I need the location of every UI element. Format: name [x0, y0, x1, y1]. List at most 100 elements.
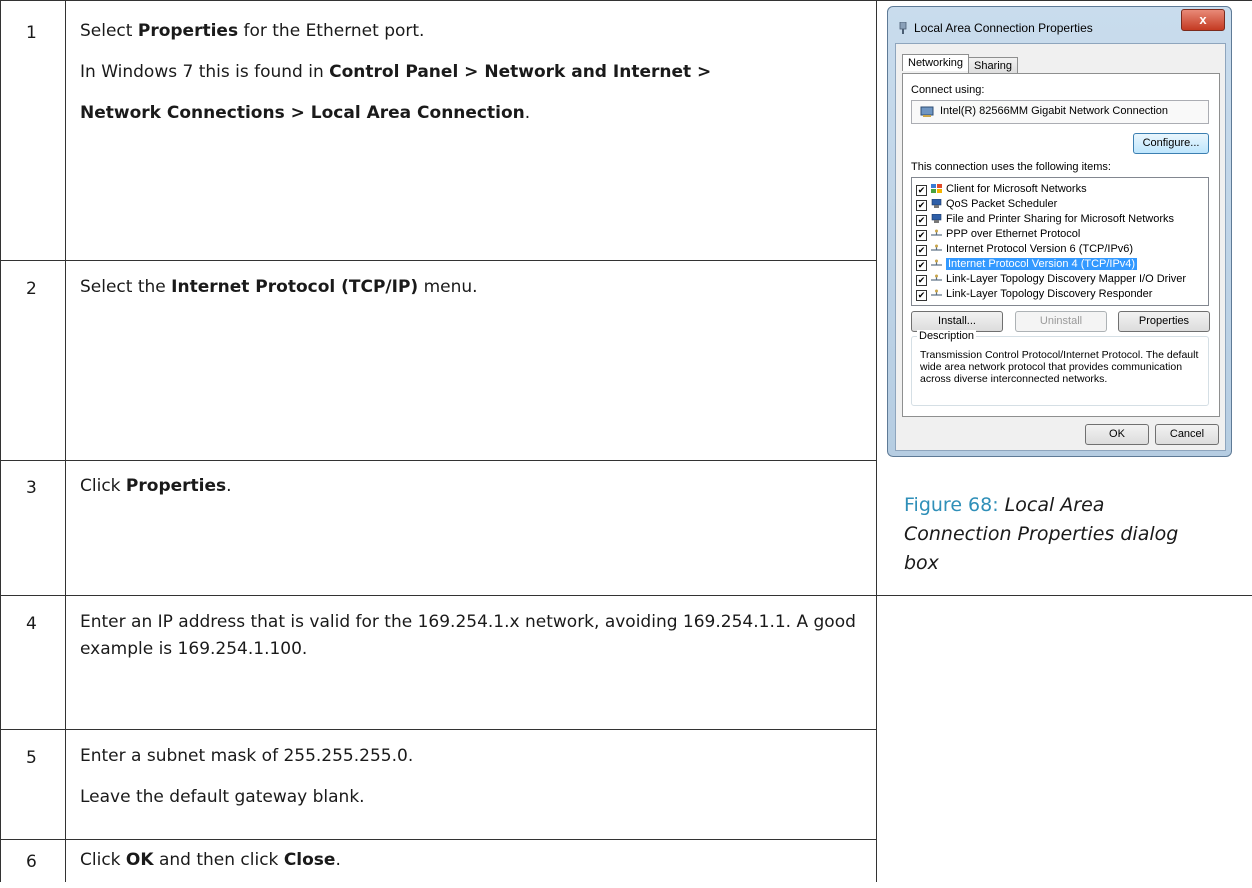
item-label: File and Printer Sharing for Microsoft N… [946, 213, 1175, 225]
step-paragraph: Select the Internet Protocol (TCP/IP) me… [80, 274, 860, 301]
step-text: Enter an IP address that is valid for th… [80, 609, 860, 677]
connection-item[interactable]: ✔ Internet Protocol Version 4 (TCP/IPv4) [916, 257, 1138, 271]
connection-item[interactable]: ✔ Link-Layer Topology Discovery Responder [916, 287, 1152, 301]
properties-button[interactable]: Properties [1118, 311, 1210, 332]
tab-strip: Networking Sharing [902, 54, 1018, 74]
item-checkbox[interactable]: ✔ [916, 215, 927, 226]
item-checkbox[interactable]: ✔ [916, 200, 927, 211]
item-label: QoS Packet Scheduler [946, 198, 1058, 210]
text-run: Enter a subnet mask of 255.255.255.0. [80, 746, 414, 766]
item-checkbox[interactable]: ✔ [916, 230, 927, 241]
text-run: . [226, 476, 232, 496]
row-divider [0, 729, 876, 730]
step-paragraph: Click OK and then click Close. [80, 847, 860, 874]
text-run: Leave the default gateway blank. [80, 787, 365, 807]
step-paragraph: Click Properties. [80, 473, 860, 500]
figure-label: Figure 68: [904, 494, 1005, 516]
step-number: 3 [26, 478, 37, 498]
connect-using-label: Connect using: [911, 84, 985, 96]
install-button[interactable]: Install... [911, 311, 1003, 332]
text-run: for the Ethernet port. [238, 21, 425, 41]
connection-item[interactable]: ✔ File and Printer Sharing for Microsoft … [916, 212, 1174, 226]
tab-sharing[interactable]: Sharing [968, 57, 1018, 74]
uninstall-button[interactable]: Uninstall [1015, 311, 1107, 332]
networking-panel: Connect using: Intel(R) 82566MM Gigabit … [902, 73, 1220, 417]
protocol-icon [931, 228, 946, 240]
step-number: 6 [26, 852, 37, 872]
text-run: menu. [418, 277, 478, 297]
step-paragraph: Select Properties for the Ethernet port. [80, 18, 860, 45]
step-number: 1 [26, 23, 37, 43]
row-divider [0, 595, 1252, 596]
text-run: . [335, 850, 341, 870]
text-run: and then click [153, 850, 284, 870]
configure-button[interactable]: Configure... [1133, 133, 1209, 154]
description-group: Description Transmission Control Protoco… [911, 330, 1209, 406]
step-number: 5 [26, 748, 37, 768]
bold-term: Properties [137, 21, 239, 41]
bold-term: Properties [125, 476, 227, 496]
text-run: Click [80, 850, 126, 870]
adapter-name: Intel(R) 82566MM Gigabit Network Connect… [940, 105, 1169, 117]
item-label: PPP over Ethernet Protocol [946, 228, 1081, 240]
table-border-top [0, 0, 1252, 1]
dialog-title: Local Area Connection Properties [914, 21, 1093, 35]
item-checkbox[interactable]: ✔ [916, 185, 927, 196]
bold-term: Network Connections > Local Area Connect… [80, 103, 525, 123]
connection-item[interactable]: ✔ QoS Packet Scheduler [916, 197, 1057, 211]
dialog-body: Networking Sharing Connect using: Intel(R… [895, 43, 1226, 451]
step-number: 4 [26, 614, 37, 634]
row-divider [0, 260, 876, 261]
item-checkbox[interactable]: ✔ [916, 275, 927, 286]
close-icon[interactable]: x [1181, 9, 1225, 31]
step-text: Enter a subnet mask of 255.255.255.0. Lea… [80, 743, 860, 825]
text-run: Select [80, 21, 138, 41]
item-checkbox[interactable]: ✔ [916, 260, 927, 271]
lan-properties-dialog: Local Area Connection Properties x Netwo… [887, 6, 1232, 457]
service-icon [931, 213, 946, 225]
cancel-button[interactable]: Cancel [1155, 424, 1219, 445]
item-checkbox[interactable]: ✔ [916, 245, 927, 256]
item-label: Link-Layer Topology Discovery Responder [946, 288, 1153, 300]
description-text: Transmission Control Protocol/Internet P… [920, 349, 1199, 385]
item-label: Internet Protocol Version 4 (TCP/IPv4) [946, 258, 1138, 270]
items-label: This connection uses the following items… [911, 161, 1111, 173]
col-divider [0, 0, 1, 882]
bold-term: Close [283, 850, 336, 870]
connection-item[interactable]: ✔ PPP over Ethernet Protocol [916, 227, 1080, 241]
text-run: In Windows 7 this is found in [80, 62, 330, 82]
row-divider [0, 460, 876, 461]
step-text: Select Properties for the Ethernet port.… [80, 18, 860, 141]
step-paragraph: In Windows 7 this is found in Control Pa… [80, 59, 860, 86]
dialog-title-bar: Local Area Connection Properties [898, 21, 1093, 35]
step-paragraph: Network Connections > Local Area Connect… [80, 100, 860, 127]
item-checkbox[interactable]: ✔ [916, 290, 927, 301]
bold-term: Control Panel > Network and Internet > [329, 62, 712, 82]
col-divider [65, 0, 66, 882]
connection-items-list[interactable]: ✔ Client for Microsoft Networks ✔ QoS Packe… [911, 177, 1209, 306]
row-divider [0, 839, 876, 840]
col-divider [876, 0, 877, 882]
connection-item[interactable]: ✔ Client for Microsoft Networks [916, 182, 1087, 196]
protocol-icon [931, 288, 946, 300]
bold-term: Internet Protocol (TCP/IP) [171, 277, 419, 297]
step-text: Select the Internet Protocol (TCP/IP) me… [80, 274, 860, 315]
bold-term: OK [125, 850, 154, 870]
text-run: Click [80, 476, 126, 496]
protocol-icon [931, 273, 946, 285]
step-paragraph: Leave the default gateway blank. [80, 784, 860, 811]
connection-item[interactable]: ✔ Internet Protocol Version 6 (TCP/IPv6) [916, 242, 1133, 256]
step-paragraph: Enter a subnet mask of 255.255.255.0. [80, 743, 860, 770]
item-label: Internet Protocol Version 6 (TCP/IPv6) [946, 243, 1134, 255]
text-run: Enter an IP address that is valid for th… [80, 612, 856, 659]
service-icon [931, 198, 946, 210]
connection-item[interactable]: ✔ Link-Layer Topology Discovery Mapper I/… [916, 272, 1186, 286]
item-label: Client for Microsoft Networks [946, 183, 1087, 195]
ok-button[interactable]: OK [1085, 424, 1149, 445]
figure-caption: Figure 68: Local Area Connection Propert… [904, 491, 1204, 578]
network-client-icon [931, 183, 946, 195]
network-card-icon [920, 106, 934, 117]
network-adapter-icon [899, 22, 907, 34]
tab-networking[interactable]: Networking [902, 54, 970, 71]
text-run: . [524, 103, 531, 123]
